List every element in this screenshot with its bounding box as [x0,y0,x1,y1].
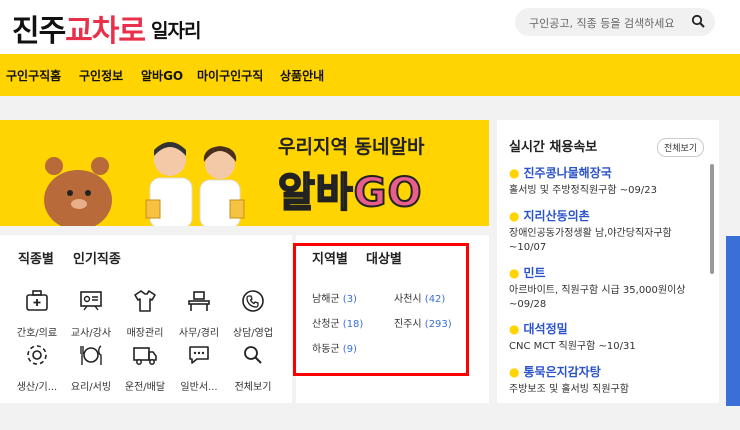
office-desk-icon [188,291,210,311]
view-all-button[interactable]: 전체보기 [657,138,705,157]
job-post[interactable]: ● 대석정밀 CNC MCT 직원구함 ~10/31 [509,320,699,354]
region-count: (293) [424,319,452,330]
job-post[interactable]: ● 민트 아르바이트, 직원구함 시급 35,000원이상 ~09/28 [509,264,699,312]
job-post-company[interactable]: 통묵은지감자탕 [523,365,600,379]
live-jobs-scrollbar[interactable] [710,164,714,274]
tab-by-target[interactable]: 대상별 [366,248,402,267]
category-label: 요리/서빙 [70,382,112,393]
job-post-company[interactable]: 민트 [523,266,545,280]
job-post[interactable]: ● 통묵은지감자탕 주방보조 및 홀서빙 직원구함 [509,363,699,397]
bullet-icon: ● [509,365,520,379]
category-label: 일반서... [180,382,218,393]
promo-banner[interactable]: 우리지역 동네알바 알바GO [0,120,489,226]
truck-icon [133,347,157,365]
job-post-company[interactable]: 대석정밀 [523,322,567,336]
category-production[interactable]: 생산/기... [12,342,62,393]
search-icon [244,346,262,364]
region-count: (18) [342,319,364,330]
region-item[interactable]: 하동군 (9) [312,340,357,355]
category-label: 전체보기 [234,382,272,393]
banner-brand: 알바GO [277,160,423,218]
region-count: (3) [342,294,357,305]
job-post-desc: CNC MCT 직원구함 ~10/31 [509,341,636,352]
region-item[interactable]: 산청군 (18) [312,315,363,330]
job-post-desc: 주방보조 및 홀서빙 직원구함 [509,384,629,395]
tab-popular-jobs[interactable]: 인기직종 [73,248,121,267]
category-medical[interactable]: 간호/의료 [12,288,62,339]
category-label: 교사/강사 [70,328,112,339]
job-post-desc: 아르바이트, 직원구함 시급 35,000원이상 ~09/28 [509,285,686,310]
banner-brand-a: 알바 [277,169,354,217]
live-jobs-panel: 실시간 채용속보 전체보기 ● 진주콩나물해장국 홀서빙 및 주방정직원구함 ~0… [497,120,719,403]
shirt-icon [134,290,156,312]
tab-job-type[interactable]: 직종별 [18,248,54,269]
category-label: 간호/의료 [16,328,58,339]
category-label: 상담/영업 [232,328,274,339]
region-name: 하동군 [312,344,340,355]
category-office[interactable]: 사무/경리 [174,288,224,339]
banner-brand-b: GO [353,169,423,217]
banner-headline: 우리지역 동네알바 [278,136,425,158]
logo-part-1: 진주 [12,14,66,49]
region-panel: 지역별 대상별 남해군 (3) 사천시 (42) 산청군 (18) 진주시 (2… [296,235,489,403]
nav-item-products[interactable]: 상품안내 [280,67,324,84]
region-name: 진주시 [394,319,422,330]
phone-icon [242,290,264,312]
category-panel: 직종별 인기직종 간호/의료 교사/강사 매장관리 사무/경리 상담/영업 생산… [0,235,292,403]
region-count: (42) [424,294,446,305]
header: 진주교차로 일자리 구인공고, 직종 등을 검색하세요 [0,0,740,54]
gear-icon [27,345,47,365]
logo-part-2: 교차로 [65,14,146,49]
category-label: 운전/배달 [124,382,166,393]
bullet-icon: ● [509,266,520,280]
category-label: 사무/경리 [178,328,220,339]
category-view-all[interactable]: 전체보기 [228,342,278,393]
chat-bubble-icon [189,346,209,364]
category-cooking[interactable]: 요리/서빙 [66,342,116,393]
job-post-desc: 장애인공동가정생활 남,야간당직자구함 ~10/07 [509,228,672,253]
job-post-company[interactable]: 진주콩나물해장국 [523,166,611,180]
region-item[interactable]: 남해군 (3) [312,290,357,305]
teacher-board-icon [80,291,102,311]
search-bar[interactable]: 구인공고, 직종 등을 검색하세요 [515,8,715,36]
nav-item-home[interactable]: 구인구직홈 [6,67,62,98]
bullet-icon: ● [509,166,520,180]
category-label: 생산/기... [16,382,58,393]
region-name: 사천시 [394,294,422,305]
job-post-company[interactable]: 지리산동의촌 [523,209,589,223]
category-consult[interactable]: 상담/영업 [228,288,278,339]
banner-illustration [44,142,245,226]
category-label: 매장관리 [126,328,164,339]
job-post-desc: 홀서빙 및 주방정직원구함 ~09/23 [509,185,657,196]
search-icon[interactable] [691,14,705,28]
site-logo[interactable]: 진주교차로 일자리 [12,6,201,50]
region-name: 남해군 [312,294,340,305]
nav-item-my-jobs[interactable]: 마이구인구직 [197,67,263,84]
main-nav: 구인구직홈 구인정보 알바GO 마이구인구직 상품안내 [0,54,740,98]
live-jobs-title: 실시간 채용속보 [509,140,598,155]
job-post[interactable]: ● 지리산동의촌 장애인공동가정생활 남,야간당직자구함 ~10/07 [509,207,699,255]
region-count: (9) [342,344,357,355]
region-item[interactable]: 진주시 (293) [394,315,452,330]
job-post[interactable]: ● 진주콩나물해장국 홀서빙 및 주방정직원구함 ~09/23 [509,164,699,198]
medical-kit-icon [26,290,48,311]
region-name: 산청군 [312,319,340,330]
tab-by-region[interactable]: 지역별 [312,248,348,269]
category-store[interactable]: 매장관리 [120,288,170,339]
category-general-service[interactable]: 일반서... [174,342,224,393]
search-input[interactable]: 구인공고, 직종 등을 검색하세요 [529,15,675,31]
bullet-icon: ● [509,209,520,223]
region-item[interactable]: 사천시 (42) [394,290,445,305]
nav-item-job-info[interactable]: 구인정보 [79,67,123,84]
bullet-icon: ● [509,322,520,336]
category-delivery[interactable]: 운전/배달 [120,342,170,393]
category-teacher[interactable]: 교사/강사 [66,288,116,339]
dish-icon [80,345,102,365]
logo-part-3: 일자리 [151,20,201,42]
nav-item-albago[interactable]: 알바GO [141,67,183,84]
side-banner-edge [726,236,740,406]
